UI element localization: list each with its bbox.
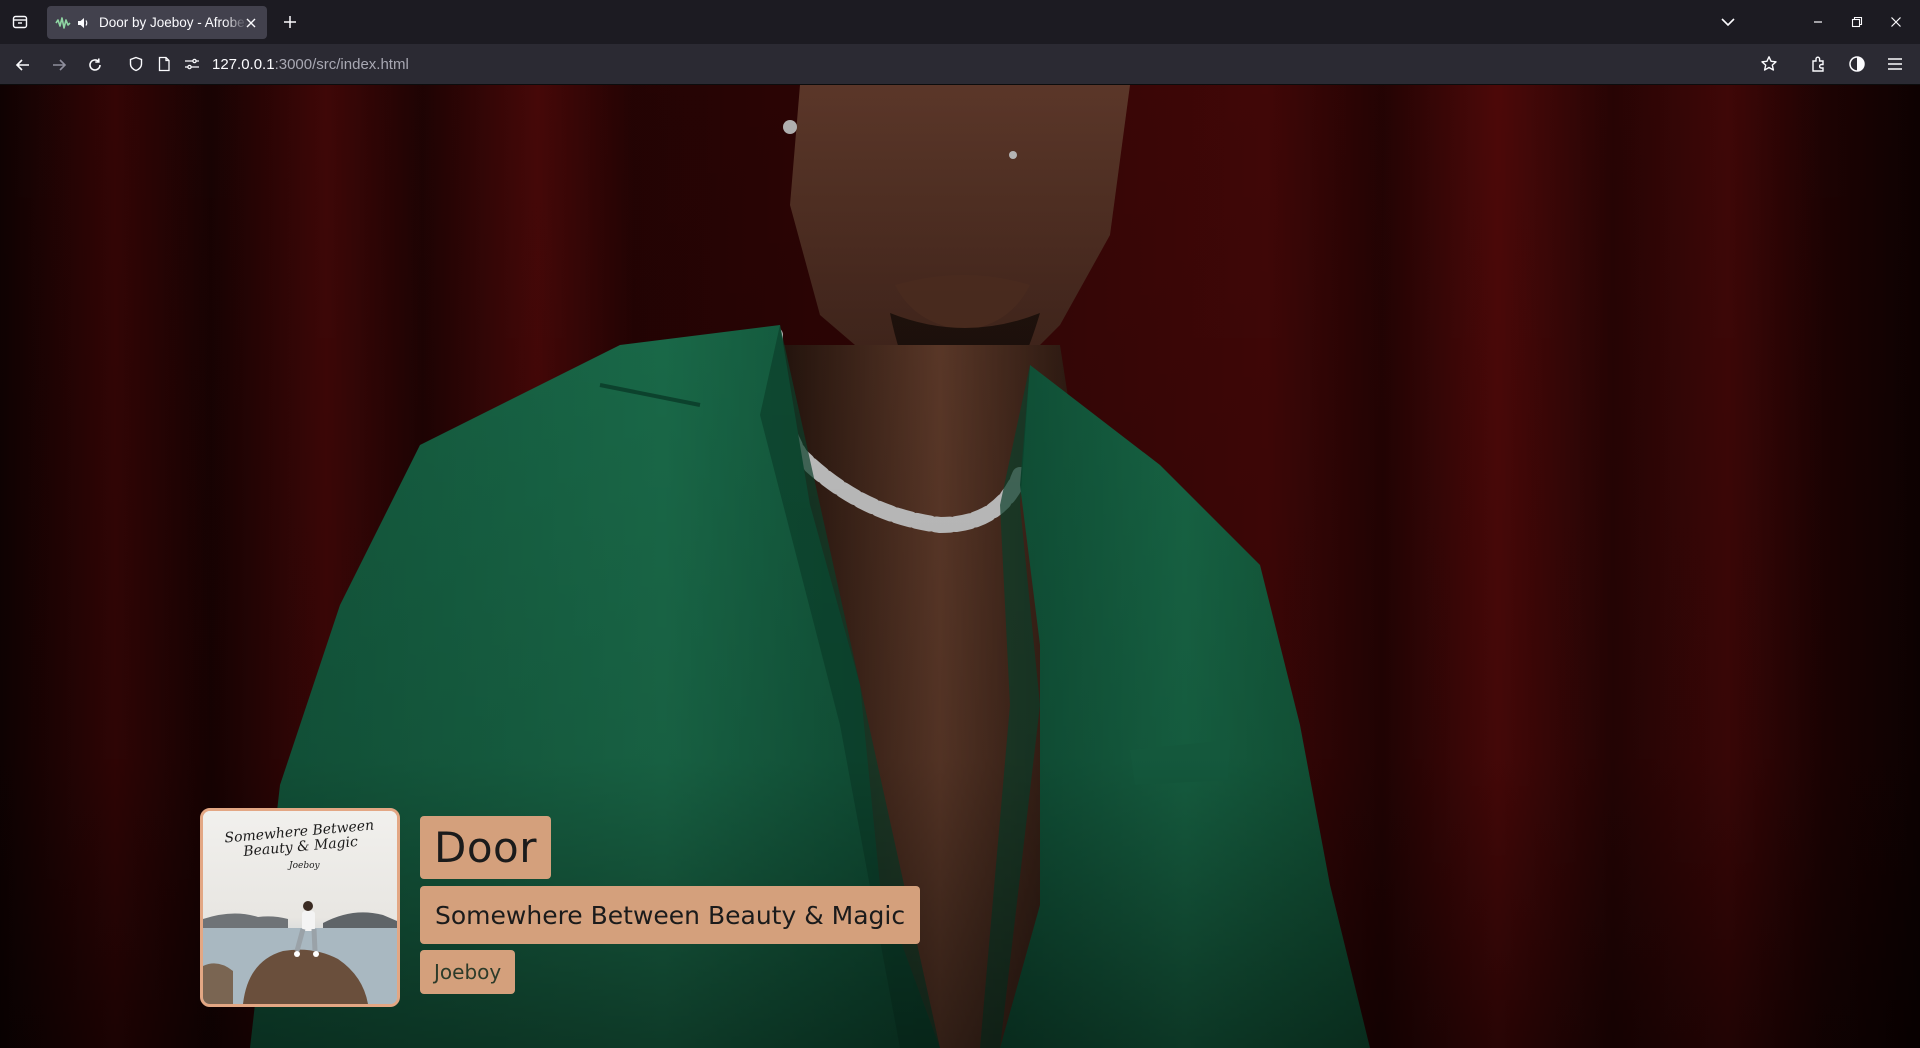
url-bar[interactable]: 127.0.0.1:3000/src/index.html — [120, 48, 1800, 80]
url-path: :3000/src/index.html — [274, 55, 409, 73]
permissions-icon[interactable] — [180, 52, 204, 76]
back-icon[interactable] — [10, 52, 36, 78]
url-text: 127.0.0.1:3000/src/index.html — [212, 56, 409, 73]
tab-title: Door by Joeboy - Afrobeats — [99, 15, 247, 30]
reload-icon[interactable] — [82, 52, 108, 78]
url-host: 127.0.0.1 — [212, 55, 275, 73]
tab-bar: Door by Joeboy - Afrobeats — [0, 0, 1920, 44]
list-all-tabs-icon[interactable] — [1713, 7, 1743, 37]
cover-signature: Joeboy — [289, 861, 320, 871]
restore-icon[interactable] — [1842, 7, 1872, 37]
close-window-icon[interactable] — [1881, 7, 1911, 37]
extensions-icon[interactable] — [1806, 51, 1832, 77]
music-wave-icon — [55, 15, 71, 31]
account-icon[interactable] — [1844, 51, 1870, 77]
forward-icon[interactable] — [46, 52, 72, 78]
page-info-icon[interactable] — [152, 52, 176, 76]
tracking-protection-shield-icon[interactable] — [124, 52, 148, 76]
artist-name[interactable]: Joeboy — [420, 950, 516, 994]
now-playing-panel: Somewhere Between Beauty & Magic Joeboy D… — [200, 808, 921, 1008]
menu-icon[interactable] — [1882, 51, 1908, 77]
minimize-icon[interactable] — [1803, 7, 1833, 37]
close-tab-icon[interactable] — [243, 15, 259, 31]
song-title: Door — [420, 816, 552, 879]
page-viewport: Somewhere Between Beauty & Magic Joeboy D… — [0, 85, 1920, 1048]
active-tab[interactable]: Door by Joeboy - Afrobeats — [47, 6, 267, 39]
navigation-bar: 127.0.0.1:3000/src/index.html — [0, 44, 1920, 85]
new-tab-icon[interactable] — [278, 10, 302, 34]
album-cover[interactable]: Somewhere Between Beauty & Magic Joeboy — [200, 808, 400, 1007]
firefox-view-icon[interactable] — [8, 8, 32, 36]
speaker-playing-icon[interactable] — [75, 15, 91, 31]
bookmark-star-icon[interactable] — [1756, 51, 1782, 77]
album-title[interactable]: Somewhere Between Beauty & Magic — [420, 886, 921, 944]
